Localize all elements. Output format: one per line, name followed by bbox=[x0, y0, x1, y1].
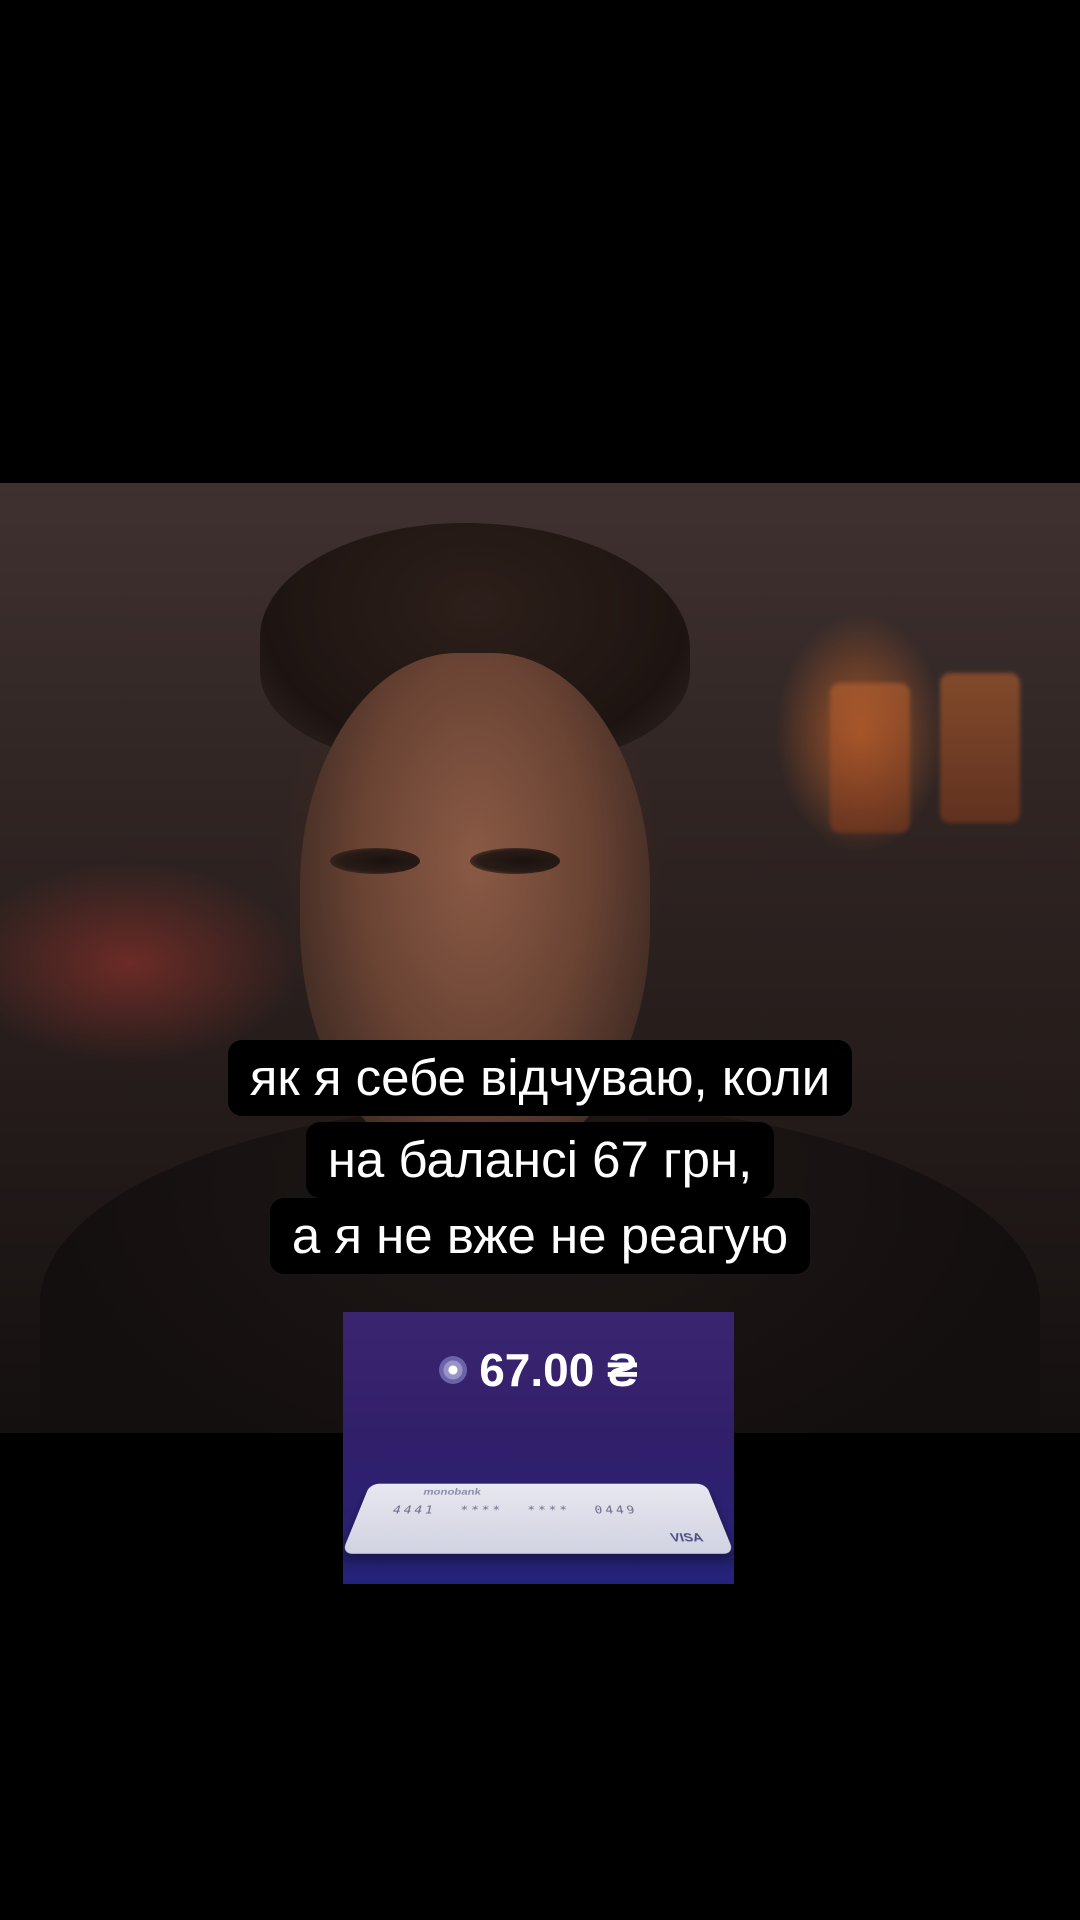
card-number: 4441 **** **** 0449 bbox=[390, 1504, 639, 1517]
caption-line-2: на балансі 67 грн, bbox=[0, 1122, 1080, 1198]
bank-brand-label: monobank bbox=[422, 1486, 482, 1497]
bank-balance-panel: 67.00 ₴ monobank 4441 **** **** 0449 VIS… bbox=[343, 1312, 734, 1584]
caption-line-1: як я себе відчуваю, коли bbox=[0, 1040, 1080, 1116]
bank-card: monobank 4441 **** **** 0449 VISA bbox=[343, 1483, 734, 1554]
background-jar bbox=[830, 683, 910, 833]
coin-icon bbox=[439, 1355, 468, 1384]
card-network-label: VISA bbox=[668, 1530, 705, 1545]
balance-row: 67.00 ₴ bbox=[343, 1342, 734, 1398]
background-jar bbox=[940, 673, 1020, 823]
person-eye bbox=[330, 848, 420, 874]
person-eye bbox=[470, 848, 560, 874]
caption-line-3: а я не вже не реагую bbox=[0, 1198, 1080, 1274]
video-frame bbox=[0, 483, 1080, 1433]
balance-amount: 67.00 ₴ bbox=[479, 1344, 638, 1396]
